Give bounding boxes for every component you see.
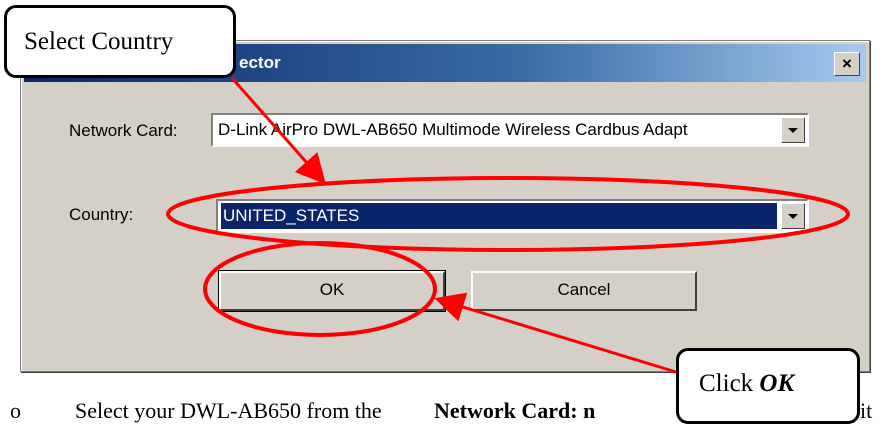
instruction-tail: it xyxy=(860,398,873,423)
country-selector-dialog: ector × Network Card: D-Link AirPro DWL-… xyxy=(20,40,870,372)
click-ok-callout-emph: OK xyxy=(759,370,795,397)
bullet: o xyxy=(10,398,21,423)
instruction-prefix: Select your DWL-AB650 from the xyxy=(75,398,382,423)
click-ok-callout-prefix: Click xyxy=(699,370,760,397)
network-card-value: D-Link AirPro DWL-AB650 Multimode Wirele… xyxy=(218,120,688,139)
cancel-button[interactable]: Cancel xyxy=(471,271,697,311)
instruction-bold: Network Card: n xyxy=(434,398,596,423)
click-ok-callout: Click OK xyxy=(676,348,860,424)
network-card-select[interactable]: D-Link AirPro DWL-AB650 Multimode Wirele… xyxy=(211,113,809,147)
select-country-callout: Select Country xyxy=(4,5,236,78)
network-card-dropdown-button[interactable] xyxy=(781,117,805,143)
country-select[interactable]: UNITED_STATES xyxy=(216,199,809,233)
network-card-label: Network Card: xyxy=(69,121,178,140)
chevron-down-icon xyxy=(788,127,798,133)
close-icon: × xyxy=(842,54,852,73)
select-country-callout-text: Select Country xyxy=(24,28,174,55)
country-value: UNITED_STATES xyxy=(221,203,777,229)
ok-button[interactable]: OK xyxy=(218,270,446,312)
country-label: Country: xyxy=(69,205,134,224)
chevron-down-icon xyxy=(788,213,798,219)
dialog-title: ector xyxy=(239,53,281,72)
close-button[interactable]: × xyxy=(834,52,860,76)
country-dropdown-button[interactable] xyxy=(781,203,805,229)
